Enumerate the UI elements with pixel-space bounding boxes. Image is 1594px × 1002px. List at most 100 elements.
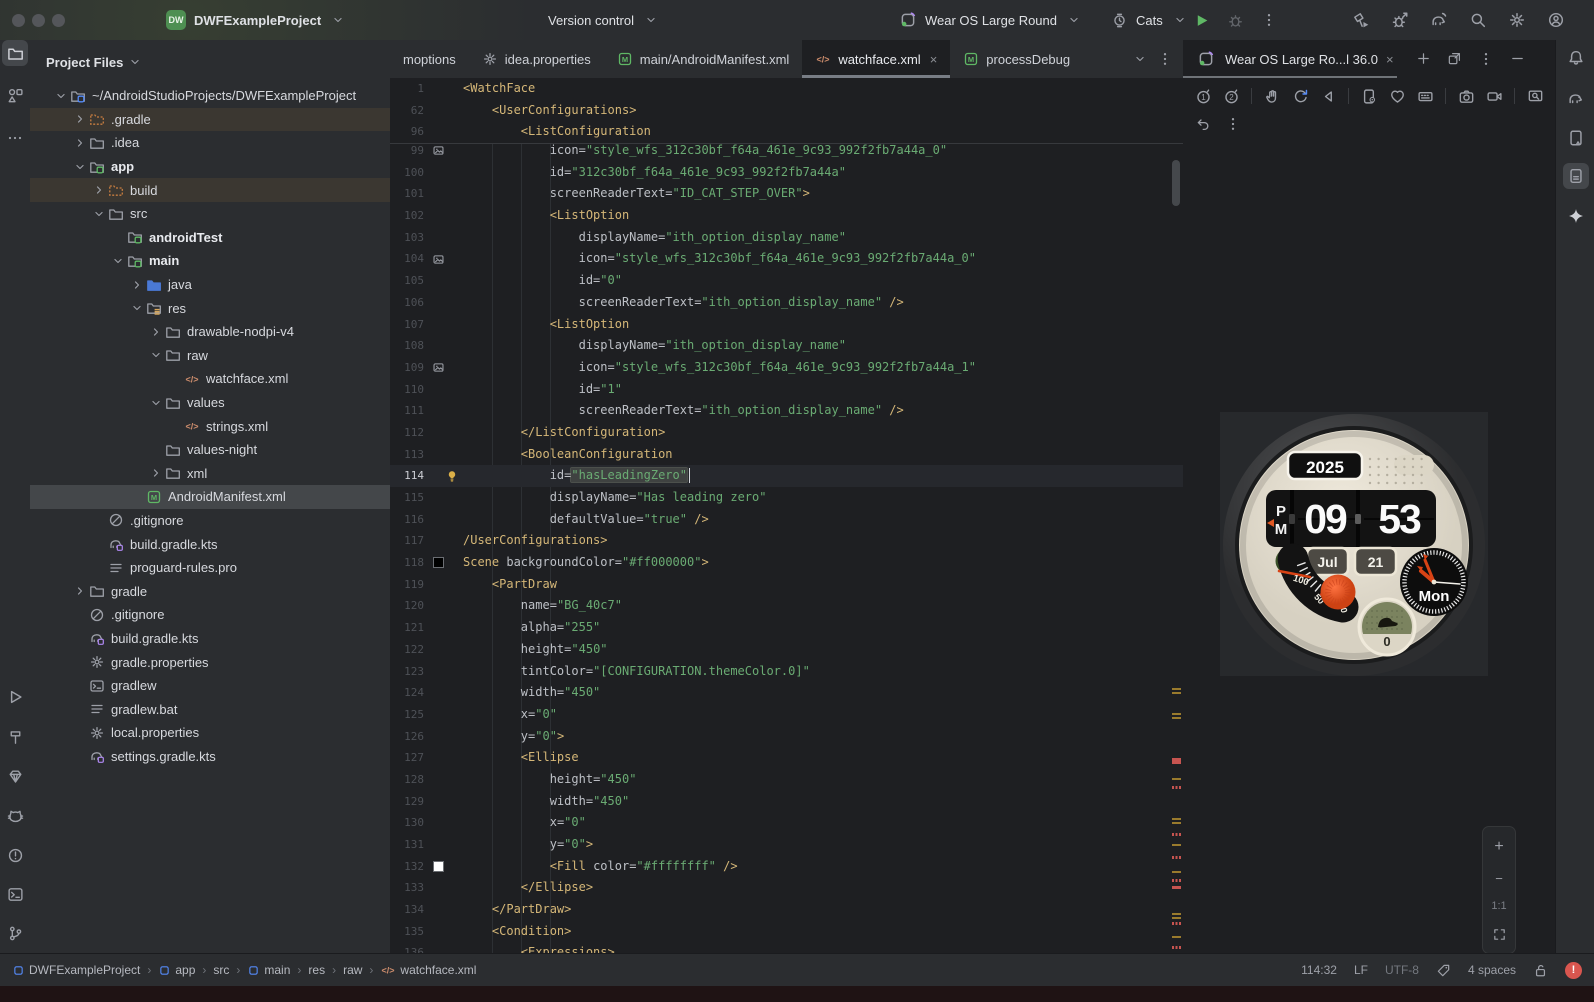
code-line-135[interactable]: 135 <Condition> (390, 921, 1183, 943)
stripe-mark-redd[interactable] (1172, 879, 1181, 882)
chevron-right-icon[interactable] (147, 324, 164, 340)
rotate-button[interactable] (1288, 84, 1312, 108)
chevron-down-icon[interactable] (109, 253, 126, 269)
camera-button[interactable] (1454, 84, 1478, 108)
tree-item-xml[interactable]: xml (30, 462, 390, 486)
run-configuration-selector[interactable]: Cats (1108, 0, 1191, 40)
plus-button[interactable] (1416, 51, 1431, 67)
tool-window-running-devices[interactable] (1562, 163, 1589, 189)
code-line-112[interactable]: 112 </ListConfiguration> (390, 422, 1183, 444)
code-line-110[interactable]: 110 id="1" (390, 379, 1183, 401)
code-line-102[interactable]: 102 <ListOption (390, 205, 1183, 227)
error-badge[interactable]: ! (1565, 961, 1582, 979)
code-line-111[interactable]: 111 screenReaderText="ith_option_display… (390, 400, 1183, 422)
tool-window-gemini-sparkle[interactable] (1563, 203, 1589, 229)
tab-processdebug[interactable]: MprocessDebug (950, 40, 1083, 78)
intention-bulb-icon[interactable] (442, 465, 462, 487)
tree-item-raw[interactable]: raw (30, 344, 390, 368)
tree-item-watchface.xml[interactable]: </> watchface.xml (30, 367, 390, 391)
tool-window-project-folder[interactable] (2, 40, 28, 66)
avatar-button[interactable] (1545, 9, 1567, 31)
kebab-button[interactable] (1258, 9, 1280, 31)
chevron-right-icon[interactable] (90, 182, 107, 198)
breadcrumb-item-app[interactable]: app (158, 963, 195, 977)
tool-window-version-control-branch[interactable] (2, 920, 28, 946)
stripe-mark-gold[interactable] (1172, 913, 1181, 920)
stripe-mark-red[interactable] (1172, 886, 1181, 889)
indent-widget[interactable]: 4 spaces (1468, 963, 1516, 977)
code-line-130[interactable]: 130 x="0" (390, 812, 1183, 834)
tab-idea.properties[interactable]: idea.properties (469, 40, 604, 78)
code-line-119[interactable]: 119 <PartDraw (390, 574, 1183, 596)
stripe-mark-gold[interactable] (1172, 778, 1181, 781)
tool-window-logcat-cat[interactable] (2, 803, 28, 829)
zoom-out-button[interactable]: − (1495, 871, 1503, 886)
tree-item-java[interactable]: java (30, 273, 390, 297)
code-line-107[interactable]: 107 <ListOption (390, 314, 1183, 336)
tool-window-terminal[interactable] (2, 881, 28, 907)
stripe-mark-redd[interactable] (1172, 786, 1181, 789)
screen-search-button[interactable] (1523, 84, 1547, 108)
tree-item-gradlew.bat[interactable]: gradlew.bat (30, 697, 390, 721)
tree-item-app[interactable]: app (30, 155, 390, 179)
tab-moptions[interactable]: moptions (390, 40, 469, 78)
stripe-mark-redd[interactable] (1172, 946, 1181, 949)
code-line-121[interactable]: 121 alpha="255" (390, 617, 1183, 639)
code-line-128[interactable]: 128 height="450" (390, 769, 1183, 791)
version-control-widget[interactable]: Version control (548, 0, 662, 40)
profiler-button[interactable] (1389, 9, 1411, 31)
tree-item-androidmanifest.xml[interactable]: M AndroidManifest.xml (30, 485, 390, 509)
encoding-widget[interactable]: UTF-8 (1385, 963, 1419, 977)
tree-item-build.gradle.kts[interactable]: build.gradle.kts (30, 627, 390, 651)
tree-item-drawable-nodpi-v4[interactable]: drawable-nodpi-v4 (30, 320, 390, 344)
code-line-101[interactable]: 101 screenReaderText="ID_CAT_STEP_OVER"> (390, 183, 1183, 205)
code-line-133[interactable]: 133 </Ellipse> (390, 877, 1183, 899)
code-line-132[interactable]: 132 <Fill color="#ffffffff" /> (390, 856, 1183, 878)
tab-watchface.xml[interactable]: </> watchface.xml × (802, 40, 951, 78)
button-2-button[interactable]: 2 (1219, 84, 1243, 108)
hand-button[interactable] (1260, 84, 1284, 108)
phone-gear-button[interactable] (1357, 84, 1381, 108)
build-run-button[interactable] (1350, 9, 1372, 31)
unlock-icon[interactable] (1533, 963, 1548, 978)
code-line-100[interactable]: 100 id="312c30bf_f64a_461e_9c93_992f2fb7… (390, 162, 1183, 184)
code-line-127[interactable]: 127 <Ellipse (390, 747, 1183, 769)
tree-item-.idea[interactable]: .idea (30, 131, 390, 155)
code-line-122[interactable]: 122 height="450" (390, 639, 1183, 661)
chevron-down-icon[interactable] (52, 88, 69, 104)
tree-item-gradle[interactable]: gradle (30, 579, 390, 603)
breadcrumb-item-dwfexampleproject[interactable]: DWFExampleProject (12, 963, 140, 977)
zoom-in-button[interactable]: + (1494, 838, 1503, 856)
tool-window-gradle-elephant[interactable] (1563, 85, 1589, 111)
kebab-button[interactable] (1221, 112, 1245, 136)
image-preview-icon[interactable] (428, 248, 448, 270)
hidden-tabs-button[interactable] (1133, 52, 1147, 66)
chevron-right-icon[interactable] (71, 111, 88, 127)
stripe-mark-gold[interactable] (1172, 818, 1181, 825)
code-line-96[interactable]: 96 <ListConfiguration (390, 121, 1183, 143)
open-window-button[interactable] (1447, 51, 1462, 67)
stripe-mark-redd[interactable] (1172, 833, 1181, 836)
line-separator-widget[interactable]: LF (1354, 963, 1368, 977)
tree-item-gradlew[interactable]: gradlew (30, 674, 390, 698)
tool-window-resource-shapes[interactable] (2, 82, 28, 108)
zoom-fit-button[interactable] (1492, 927, 1507, 942)
tool-window-run-play-outline[interactable] (2, 684, 28, 710)
keyboard-button[interactable] (1413, 84, 1437, 108)
tree-item-values[interactable]: values (30, 391, 390, 415)
code-line-105[interactable]: 105 id="0" (390, 270, 1183, 292)
chevron-right-icon[interactable] (147, 465, 164, 481)
tree-item-gradle.properties[interactable]: gradle.properties (30, 650, 390, 674)
stripe-mark-red[interactable] (1172, 758, 1181, 764)
tree-item-settings.gradle.kts[interactable]: settings.gradle.kts (30, 745, 390, 769)
tool-window-device-manager[interactable] (1563, 125, 1589, 151)
tree-item-values-night[interactable]: values-night (30, 438, 390, 462)
image-preview-icon[interactable] (428, 357, 448, 379)
code-line-117[interactable]: 117/UserConfigurations> (390, 530, 1183, 552)
device-selector[interactable]: Wear OS Large Round (897, 0, 1085, 40)
device-display[interactable]: 2025 P M 09 53 Jul 21 Mon 100 50 0 0 (1220, 412, 1488, 676)
breadcrumb-item-main[interactable]: main (247, 963, 290, 977)
code-line-1[interactable]: 1 <WatchFace (390, 78, 1183, 100)
tree-item-main[interactable]: main (30, 249, 390, 273)
tool-window-notifications-bell[interactable] (1563, 45, 1589, 71)
